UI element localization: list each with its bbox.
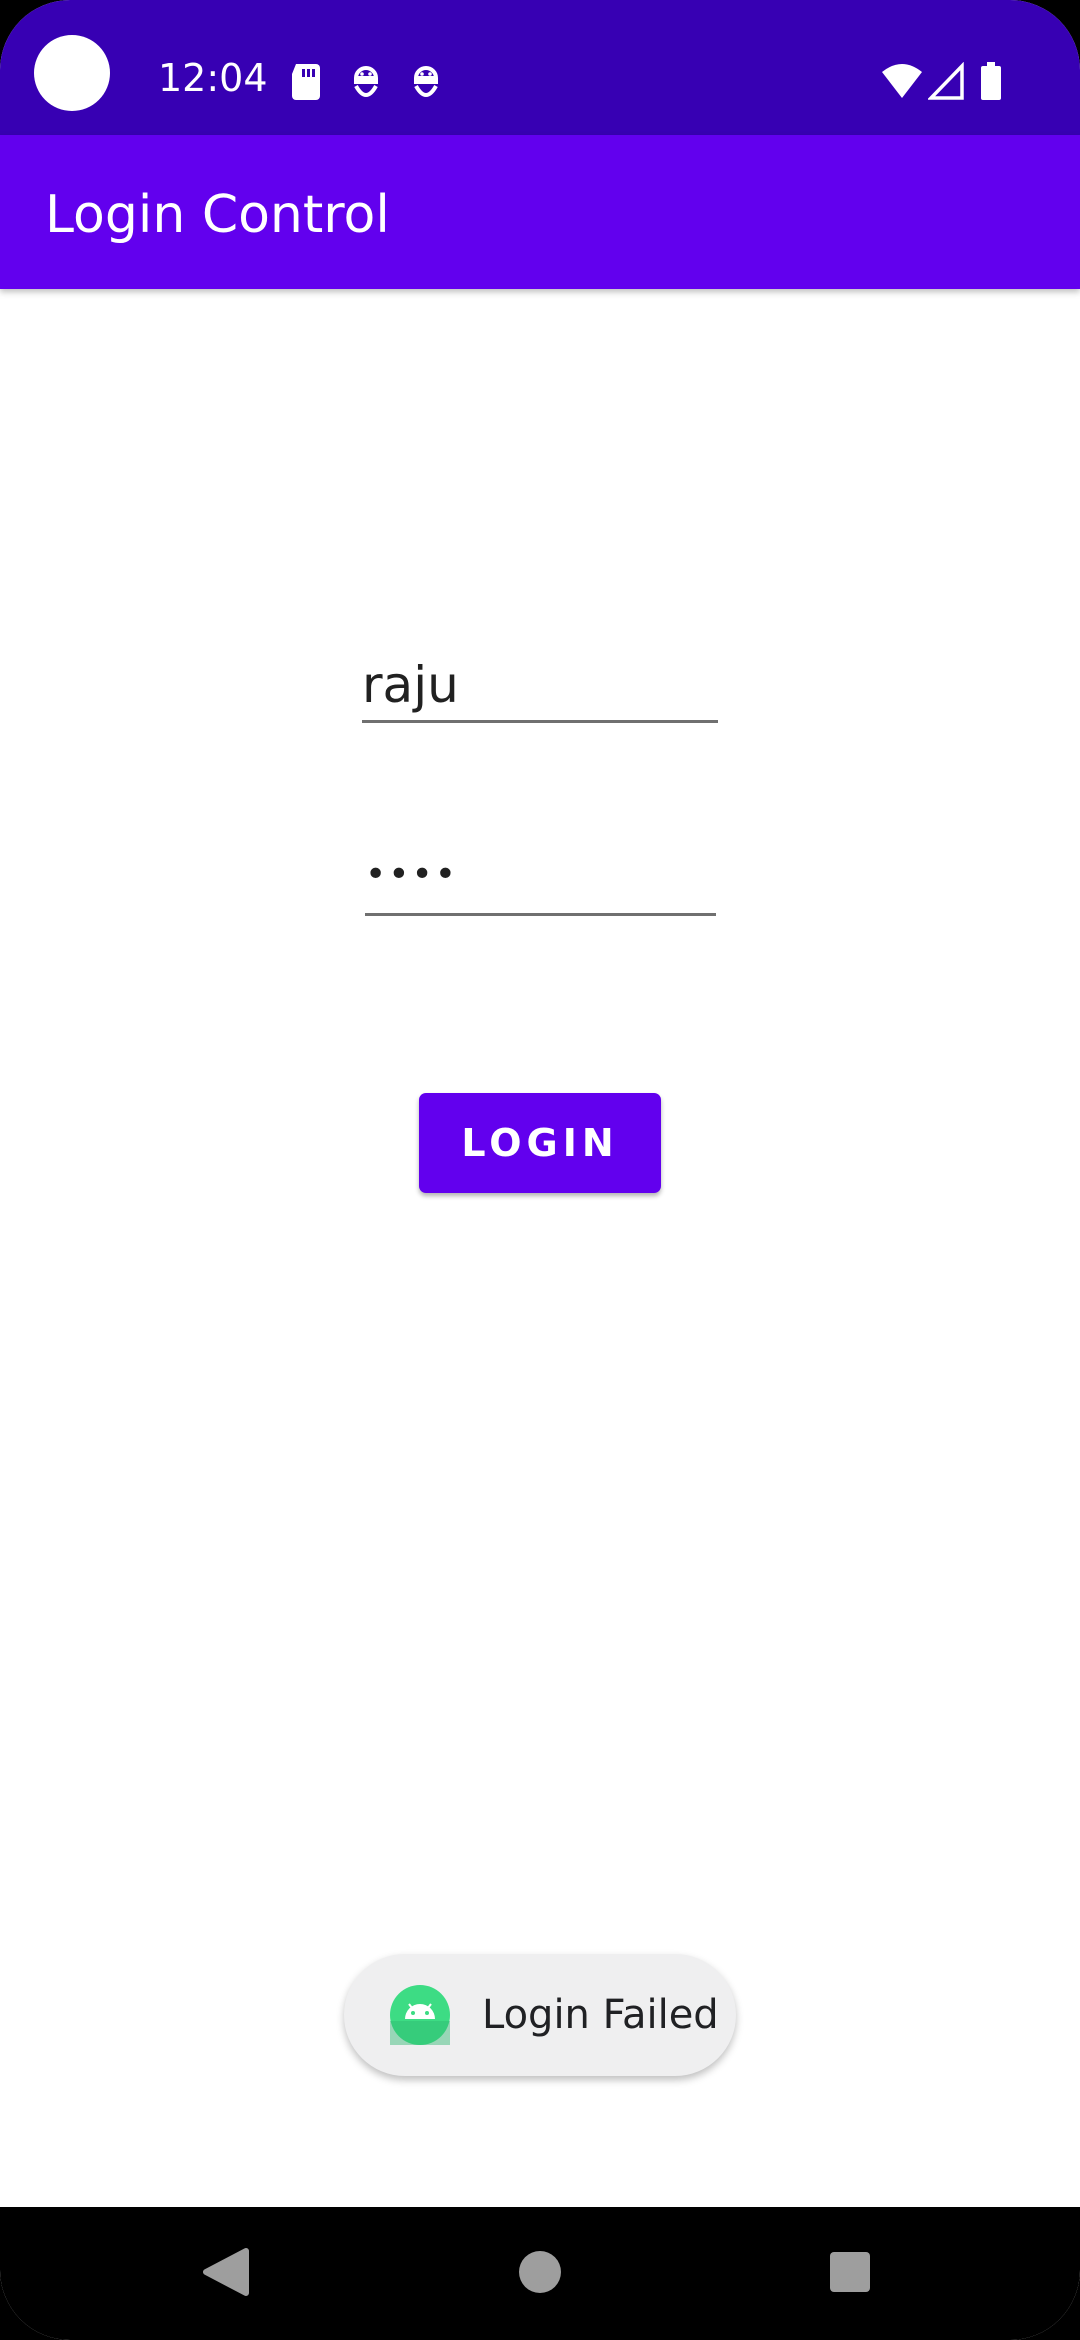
toast-message: Login Failed xyxy=(482,1992,719,2038)
android-debug-icon xyxy=(413,66,439,97)
android-app-icon xyxy=(390,1985,450,2045)
recents-icon[interactable] xyxy=(815,2237,885,2307)
app-title: Login Control xyxy=(45,185,390,245)
android-debug-icon xyxy=(353,66,379,97)
wifi-icon xyxy=(882,64,922,98)
home-icon[interactable] xyxy=(505,2237,575,2307)
navigation-bar xyxy=(0,2207,1080,2340)
phone-screen: 12:04 Login Control raju •••• LOGIN Logi… xyxy=(0,0,1080,2340)
app-bar: Login Control xyxy=(0,135,1080,289)
username-field[interactable]: raju xyxy=(362,650,718,723)
toast: Login Failed xyxy=(344,1954,736,2076)
login-button[interactable]: LOGIN xyxy=(419,1093,661,1193)
status-bar: 12:04 xyxy=(0,0,1080,135)
sd-card-icon xyxy=(292,64,320,100)
status-time: 12:04 xyxy=(158,56,268,100)
cellular-signal-icon xyxy=(928,62,964,100)
battery-icon xyxy=(981,62,1001,100)
camera-cutout xyxy=(34,35,110,111)
back-icon[interactable] xyxy=(190,2237,260,2307)
password-field[interactable]: •••• xyxy=(365,845,716,916)
